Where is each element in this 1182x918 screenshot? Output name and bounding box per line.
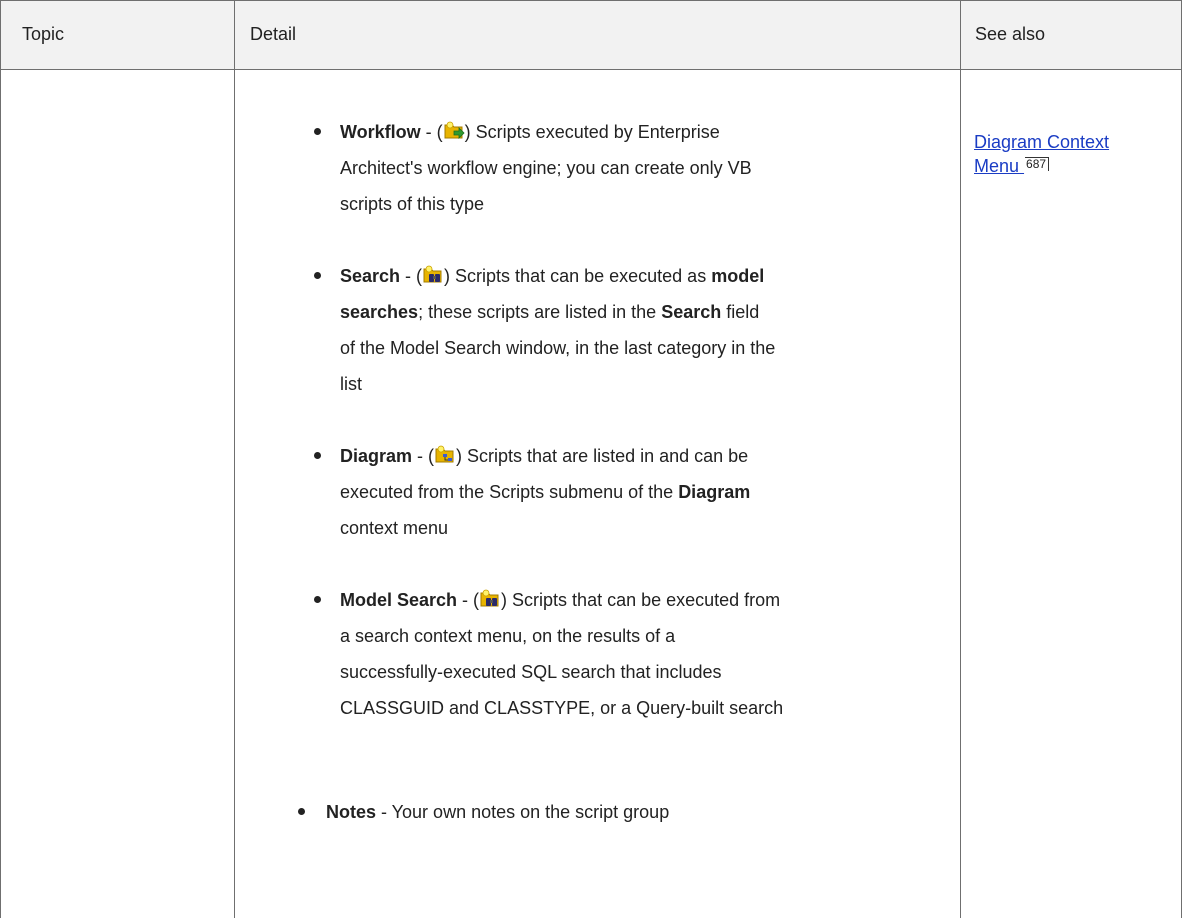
notes-label: Notes (326, 802, 377, 822)
header-see-also: See also (975, 24, 1046, 44)
table-top-rule (0, 0, 1182, 1)
list-item-workflow: Workflow - ( ) Scripts executed by Enter… (340, 114, 960, 222)
list-item-search: Search - ( ) Scripts that can be execute… (340, 258, 960, 402)
bullet-search (314, 272, 321, 279)
table-left-rule (0, 0, 1, 918)
diagram-desc-line-3: context menu (340, 518, 449, 538)
search-script-icon (422, 261, 444, 283)
header-topic: Topic (22, 24, 65, 44)
bullet-workflow (314, 128, 321, 135)
search-desc-line-4: list (340, 374, 362, 394)
doc-table: Topic Detail See also Workflow - ( ) Scr… (0, 0, 1182, 918)
search-label: Search (340, 266, 401, 286)
header-detail: Detail (250, 24, 297, 44)
bullet-diagram (314, 452, 321, 459)
model-search-script-icon (479, 585, 501, 607)
workflow-desc-line-3: scripts of this type (340, 194, 485, 214)
diagram-label: Diagram (340, 446, 413, 466)
see-also-cell: Diagram Context Menu 687 (974, 130, 1109, 178)
model-search-desc-line-2: a search context menu, on the results of… (340, 626, 676, 646)
diagram-script-icon (434, 441, 456, 463)
page-reference[interactable]: 687 (1025, 157, 1050, 171)
search-desc-line-3: of the Model Search window, in the last … (340, 338, 776, 358)
model-search-desc-line-3: successfully-executed SQL search that in… (340, 662, 722, 682)
list-item-diagram: Diagram - ( ) Scripts that are listed in… (340, 438, 960, 546)
workflow-label: Workflow (340, 122, 421, 142)
header-bottom-rule (0, 69, 1182, 70)
bullet-model-search (314, 596, 321, 603)
workflow-desc-line-2: Architect's workflow engine; you can cre… (340, 158, 752, 178)
workflow-script-icon (443, 117, 465, 139)
bullet-notes (298, 808, 305, 815)
list-item-notes: Notes - Your own notes on the script gro… (326, 802, 670, 822)
model-search-label: Model Search (340, 590, 458, 610)
list-item-model-search: Model Search - ( ) Scripts that can be e… (340, 582, 960, 726)
column-rule-detail (960, 0, 961, 918)
column-rule-topic (234, 0, 235, 918)
model-search-desc-line-4: CLASSGUID and CLASSTYPE, or a Query-buil… (340, 698, 784, 718)
